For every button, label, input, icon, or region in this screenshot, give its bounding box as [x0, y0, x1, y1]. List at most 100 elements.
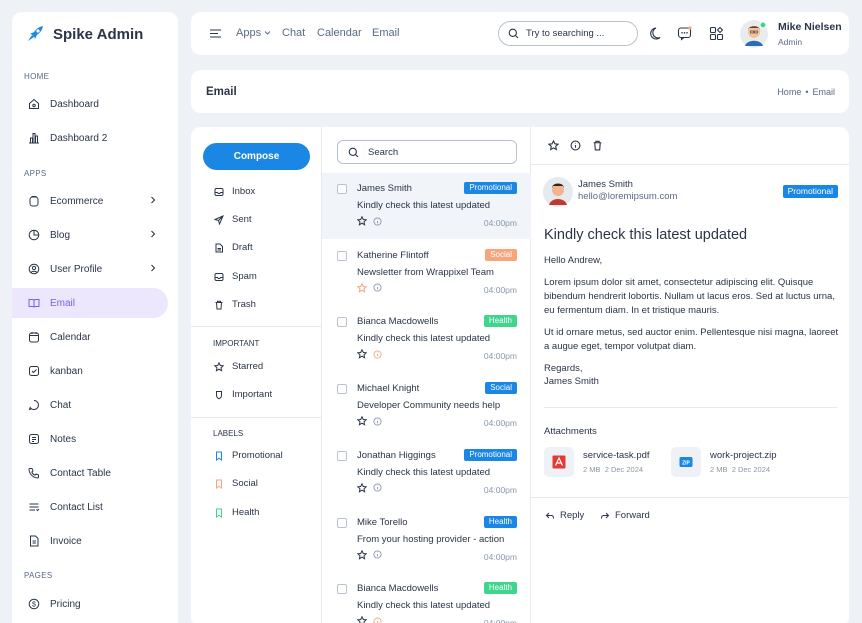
attachment-zip[interactable]: ZIP work-project.zip 2 MB 2 Dec 2024	[671, 447, 777, 477]
breadcrumb-home[interactable]: Home	[777, 87, 801, 97]
top-search-input[interactable]: Try to searching ...	[498, 21, 638, 46]
folder-spam[interactable]: Spam	[214, 271, 257, 282]
label-promotional[interactable]: Promotional	[214, 450, 283, 461]
mail-list-item[interactable]: Bianca Macdowells Health Kindly check this…	[322, 573, 531, 623]
mail-checkbox[interactable]	[337, 184, 347, 194]
sender-email: hello@loremipsum.com	[578, 191, 678, 202]
folder-inbox[interactable]: Inbox	[214, 186, 255, 197]
menu-icon[interactable]	[209, 27, 222, 40]
mail-sender: Mike Torello	[357, 516, 408, 528]
zip-icon: ZIP	[671, 447, 701, 477]
info-icon[interactable]	[373, 417, 382, 426]
info-icon[interactable]	[373, 216, 382, 226]
moon-icon[interactable]	[650, 26, 665, 41]
folder-important[interactable]: Important	[214, 389, 272, 400]
mail-list-item[interactable]: Mike Torello Health From your hosting prov…	[322, 507, 531, 573]
info-icon[interactable]	[373, 550, 382, 559]
mail-checkbox[interactable]	[337, 317, 347, 328]
mail-list-item[interactable]: James Smith Promotional Kindly check this …	[322, 173, 531, 239]
mail-checkbox[interactable]	[337, 450, 347, 461]
sidebar-item-pricing[interactable]: $ Pricing	[12, 589, 168, 619]
info-icon[interactable]	[373, 617, 382, 623]
user-circle-icon	[28, 263, 40, 275]
sidebar-item-notes[interactable]: Notes	[12, 424, 168, 454]
mail-list-item[interactable]: Katherine Flintoff Social Newsletter from …	[322, 240, 531, 306]
sidebar-item-contact-table[interactable]: Contact Table	[12, 458, 168, 488]
forward-button[interactable]: Forward	[600, 510, 650, 521]
user-name: Mike Nielsen	[778, 21, 842, 33]
star-icon[interactable]	[357, 616, 367, 623]
avatar[interactable]	[740, 20, 768, 48]
attachment-pdf[interactable]: service-task.pdf 2 MB 2 Dec 2024	[544, 447, 650, 477]
folder-starred[interactable]: Starred	[214, 361, 263, 372]
sidebar-item-dashboard-2[interactable]: Dashboard 2	[12, 123, 168, 153]
sidebar-item-dashboard[interactable]: Dashboard	[12, 89, 168, 119]
attachment-name: service-task.pdf	[583, 450, 650, 461]
star-icon[interactable]	[357, 482, 367, 493]
sidebar-item-email[interactable]: Email	[12, 288, 168, 318]
nav-calendar[interactable]: Calendar	[317, 27, 362, 39]
star-icon[interactable]	[357, 349, 367, 360]
sidebar-item-calendar[interactable]: Calendar	[12, 322, 168, 352]
checkbox-icon	[28, 365, 40, 377]
folder-sent[interactable]: Sent	[214, 214, 252, 225]
info-icon[interactable]	[373, 483, 382, 492]
attachments-heading: Attachments	[544, 426, 597, 437]
folder-draft[interactable]: Draft	[214, 242, 253, 253]
info-icon[interactable]	[570, 140, 581, 151]
trash-icon[interactable]	[592, 140, 603, 151]
mail-list-item[interactable]: Bianca Macdowells Health Kindly check this…	[322, 306, 531, 372]
info-icon[interactable]	[373, 350, 382, 359]
label-text: Social	[232, 478, 258, 489]
nav-chat[interactable]: Chat	[282, 27, 305, 39]
info-icon[interactable]	[373, 283, 382, 292]
mail-checkbox[interactable]	[337, 250, 347, 261]
reply-button[interactable]: Reply	[545, 510, 584, 521]
compose-button[interactable]: Compose	[203, 143, 310, 170]
label-social[interactable]: Social	[214, 478, 258, 489]
mail-checkbox[interactable]	[337, 517, 347, 528]
divider	[531, 164, 849, 165]
mail-sender: Bianca Macdowells	[357, 316, 439, 328]
mail-list-item[interactable]: Jonathan Higgings Promotional Kindly check…	[322, 440, 531, 506]
sidebar-item-label: Ecommerce	[50, 195, 104, 207]
list-icon	[28, 501, 40, 513]
mail-tag-badge: Promotional	[464, 448, 517, 461]
mail-search-placeholder: Search	[368, 146, 399, 158]
nav-apps[interactable]: Apps	[236, 27, 271, 39]
brand[interactable]: Spike Admin	[25, 24, 143, 44]
mail-sender: Bianca Macdowells	[357, 583, 439, 595]
star-icon[interactable]	[357, 549, 367, 560]
nav-email[interactable]: Email	[372, 27, 400, 39]
sidebar-item-contact-list[interactable]: Contact List	[12, 492, 168, 522]
sidebar-item-kanban[interactable]: kanban	[12, 356, 168, 386]
sidebar-item-chat[interactable]: Chat	[12, 390, 168, 420]
star-icon[interactable]	[357, 216, 367, 226]
email-body-2: Ut id ornare metus, sed auctor enim. Pel…	[544, 327, 839, 352]
sidebar-item-ecommerce[interactable]: Ecommerce	[12, 186, 168, 216]
star-icon[interactable]	[548, 140, 559, 151]
sidebar-item-label: Dashboard 2	[50, 132, 108, 144]
mail-tag-badge: Social	[485, 248, 517, 261]
dollar-icon: $	[28, 598, 40, 610]
label-health[interactable]: Health	[214, 507, 259, 518]
search-icon	[508, 28, 519, 39]
pdf-icon	[544, 447, 574, 477]
sidebar-item-user-profile[interactable]: User Profile	[12, 254, 168, 284]
mail-search-input[interactable]: Search	[337, 140, 517, 164]
mail-checkbox[interactable]	[337, 384, 347, 395]
star-icon[interactable]	[357, 416, 367, 426]
mail-checkbox[interactable]	[337, 584, 347, 595]
sidebar-item-blog[interactable]: Blog	[12, 220, 168, 250]
sidebar-item-invoice[interactable]: Invoice	[12, 526, 168, 556]
mail-sender: Katherine Flintoff	[357, 249, 429, 261]
folder-panel: Compose Inbox Sent Draft Spam Trash IMPO…	[191, 127, 322, 623]
mail-time: 04:00pm	[483, 218, 517, 228]
attachment-size: 2 MB	[710, 465, 728, 474]
folder-trash[interactable]: Trash	[214, 299, 256, 310]
star-icon[interactable]	[357, 282, 367, 293]
apps-grid-icon[interactable]	[709, 26, 724, 41]
divider	[544, 407, 837, 408]
mail-list-item[interactable]: Michael Knight Social Developer Community …	[322, 373, 531, 439]
message-icon[interactable]	[677, 26, 692, 41]
